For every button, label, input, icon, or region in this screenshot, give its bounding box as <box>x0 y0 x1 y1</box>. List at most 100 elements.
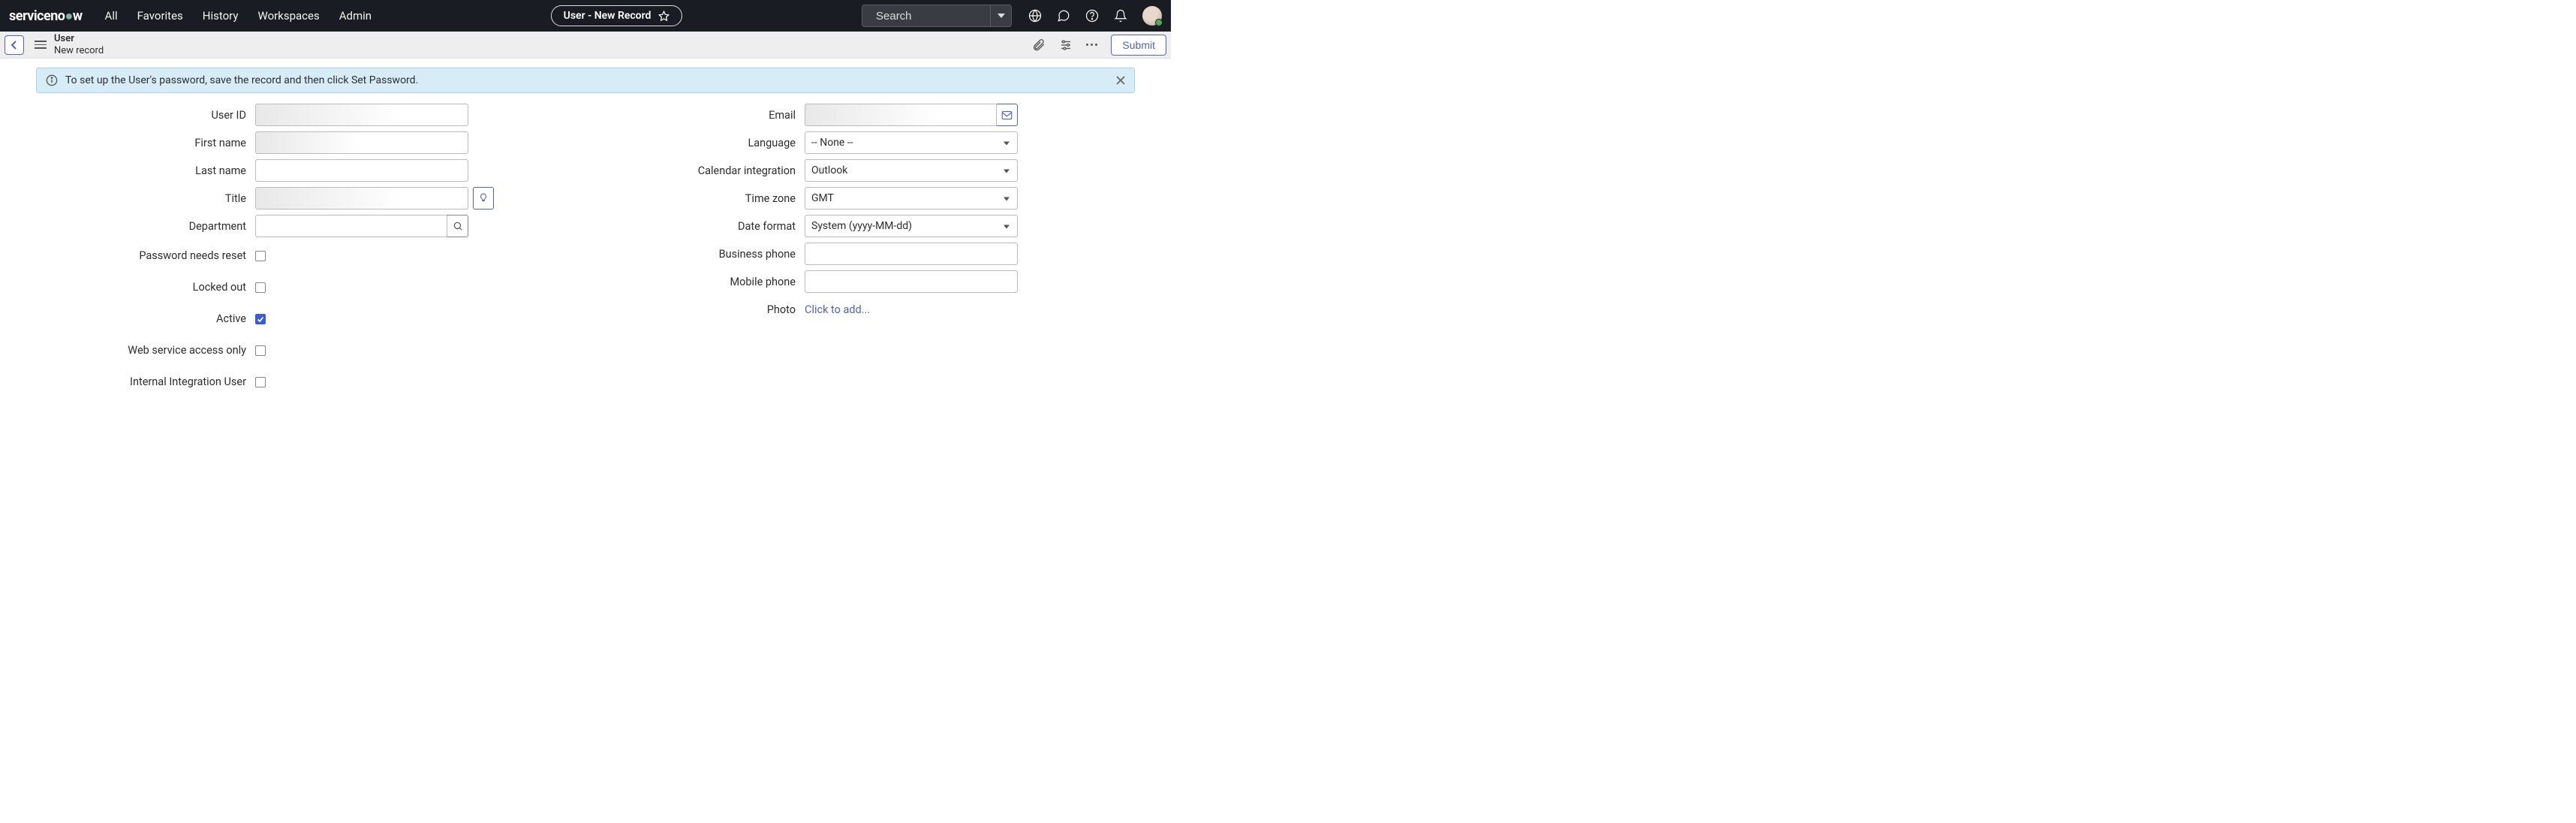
label-password-needs-reset: Password needs reset <box>36 249 255 262</box>
email-action-button[interactable] <box>997 104 1018 126</box>
select-calendar-integration[interactable]: Outlook <box>805 159 1018 182</box>
label-last-name: Last name <box>36 164 255 177</box>
record-pill[interactable]: User - New Record <box>551 5 683 26</box>
banner-close-button[interactable] <box>1116 76 1125 85</box>
label-web-service-access-only: Web service access only <box>36 344 255 357</box>
caret-down-icon <box>998 14 1005 18</box>
select-language[interactable]: -- None -- <box>805 131 1018 154</box>
top-icon-tray <box>1028 6 1162 26</box>
submit-button[interactable]: Submit <box>1111 35 1166 56</box>
breadcrumb-title: User <box>54 33 104 45</box>
chevron-left-icon <box>11 41 18 50</box>
input-email[interactable] <box>805 104 997 126</box>
label-date-format: Date format <box>585 220 805 233</box>
avatar[interactable] <box>1142 6 1162 26</box>
form-row-first-name: First name <box>36 131 585 154</box>
input-user-id[interactable] <box>255 104 468 126</box>
input-title[interactable] <box>255 187 468 210</box>
input-first-name[interactable] <box>255 131 468 154</box>
bell-icon[interactable] <box>1114 9 1127 23</box>
form-row-active: Active <box>36 306 585 332</box>
form-row-password-needs-reset: Password needs reset <box>36 243 585 269</box>
checkbox-password-needs-reset[interactable] <box>255 251 266 261</box>
globe-icon[interactable] <box>1028 9 1042 23</box>
form-row-department: Department <box>36 215 585 237</box>
help-icon[interactable] <box>1085 9 1099 23</box>
label-internal-integration-user: Internal Integration User <box>36 375 255 388</box>
checkbox-locked-out[interactable] <box>255 282 266 293</box>
form-row-language: Language-- None -- <box>585 131 1135 154</box>
nav-tab-favorites[interactable]: Favorites <box>137 9 183 23</box>
label-photo: Photo <box>585 303 805 316</box>
form-row-title: Title <box>36 187 585 210</box>
form-row-last-name: Last name <box>36 159 585 182</box>
sliders-icon[interactable] <box>1059 38 1073 52</box>
info-icon <box>46 74 58 86</box>
form-row-internal-integration-user: Internal Integration User <box>36 369 585 395</box>
more-actions-button[interactable] <box>1086 44 1097 46</box>
check-icon <box>257 315 264 323</box>
label-language: Language <box>585 137 805 149</box>
label-user-id: User ID <box>36 109 255 122</box>
select-time-zone[interactable]: GMT <box>805 187 1018 210</box>
chat-icon[interactable] <box>1057 9 1070 23</box>
pill-title: User - New Record <box>564 10 652 22</box>
form-row-business-phone: Business phone <box>585 243 1135 265</box>
label-first-name: First name <box>36 137 255 149</box>
sub-actions: Submit <box>1032 35 1166 56</box>
brand-logo: serviceno●w <box>9 8 83 24</box>
nav-tabs: All Favorites History Workspaces Admin <box>105 9 372 23</box>
banner-text: To set up the User's password, save the … <box>65 74 418 86</box>
label-mobile-phone: Mobile phone <box>585 276 805 288</box>
info-banner: To set up the User's password, save the … <box>36 68 1135 93</box>
form-row-calendar-integration: Calendar integrationOutlook <box>585 159 1135 182</box>
label-locked-out: Locked out <box>36 281 255 294</box>
suggest-button-title[interactable] <box>473 187 494 210</box>
form-row-locked-out: Locked out <box>36 274 585 300</box>
close-icon <box>1116 76 1125 85</box>
form-row-web-service-access-only: Web service access only <box>36 337 585 363</box>
input-business-phone[interactable] <box>805 243 1018 265</box>
nav-tab-all[interactable]: All <box>105 9 118 23</box>
form-right-column: EmailLanguage-- None --Calendar integrat… <box>585 104 1135 400</box>
form-left-column: User ID First name Last name Title Departmen… <box>36 104 585 400</box>
nav-tab-admin[interactable]: Admin <box>339 9 372 23</box>
breadcrumb-subtitle: New record <box>54 45 104 57</box>
label-email: Email <box>585 109 805 122</box>
checkbox-active[interactable] <box>255 314 266 324</box>
checkbox-web-service-access-only[interactable] <box>255 345 266 356</box>
label-title: Title <box>36 192 255 205</box>
context-menu-button[interactable] <box>35 41 47 49</box>
form-row-email: Email <box>585 104 1135 126</box>
form-row-time-zone: Time zoneGMT <box>585 187 1135 210</box>
label-active: Active <box>36 312 255 325</box>
lightbulb-icon <box>478 193 489 203</box>
form-row-photo: PhotoClick to add... <box>585 298 1135 321</box>
label-time-zone: Time zone <box>585 192 805 205</box>
mail-icon <box>1001 110 1013 120</box>
select-date-format[interactable]: System (yyyy-MM-dd) <box>805 215 1018 237</box>
back-button[interactable] <box>5 35 24 55</box>
breadcrumb: User New record <box>54 33 104 56</box>
input-department[interactable] <box>255 215 447 237</box>
lookup-button-department[interactable] <box>447 215 468 237</box>
label-calendar-integration: Calendar integration <box>585 164 805 177</box>
checkbox-internal-integration-user[interactable] <box>255 377 266 387</box>
form-row-date-format: Date formatSystem (yyyy-MM-dd) <box>585 215 1135 237</box>
attachment-icon[interactable] <box>1032 38 1046 52</box>
star-icon[interactable] <box>658 11 670 22</box>
nav-tab-workspaces[interactable]: Workspaces <box>258 9 320 23</box>
search-dropdown-toggle[interactable] <box>990 5 1011 26</box>
input-last-name[interactable] <box>255 159 468 182</box>
top-navigation: serviceno●w All Favorites History Worksp… <box>0 0 1171 32</box>
label-business-phone: Business phone <box>585 248 805 261</box>
link-photo[interactable]: Click to add... <box>805 303 870 316</box>
nav-tab-history[interactable]: History <box>203 9 239 23</box>
input-mobile-phone[interactable] <box>805 270 1018 293</box>
form-row-user-id: User ID <box>36 104 585 126</box>
search-icon <box>453 221 463 231</box>
sub-header: User New record Submit <box>0 32 1171 59</box>
form-area: User ID First name Last name Title Departmen… <box>0 104 1171 430</box>
global-search <box>862 5 1012 27</box>
label-department: Department <box>36 220 255 233</box>
